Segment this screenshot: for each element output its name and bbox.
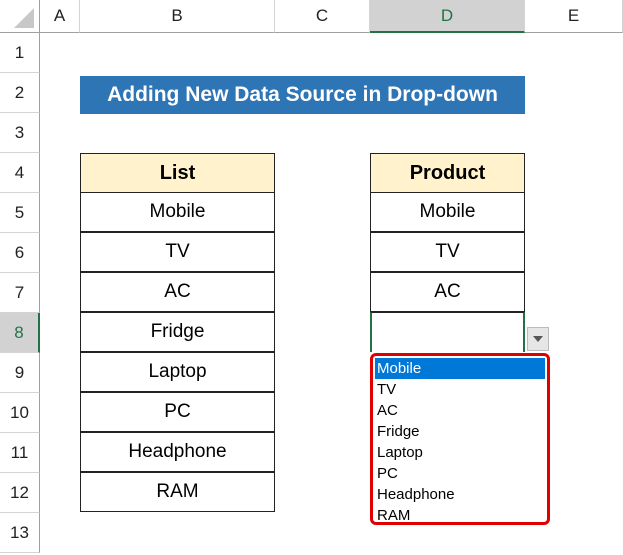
list-cell[interactable]: AC	[80, 272, 275, 312]
column-header-c[interactable]: C	[275, 0, 370, 33]
dropdown-option[interactable]: Mobile	[375, 358, 545, 379]
row-header-13[interactable]: 13	[0, 513, 40, 553]
list-header[interactable]: List	[80, 153, 275, 193]
row-header-1[interactable]: 1	[0, 33, 40, 73]
dropdown-option[interactable]: AC	[375, 400, 545, 421]
chevron-down-icon	[533, 336, 543, 342]
row-header-5[interactable]: 5	[0, 193, 40, 233]
list-cell[interactable]: Fridge	[80, 312, 275, 352]
dropdown-arrow-button[interactable]	[527, 327, 549, 351]
row-header-3[interactable]: 3	[0, 113, 40, 153]
column-header-b[interactable]: B	[80, 0, 275, 33]
sheet-title: Adding New Data Source in Drop-down	[80, 76, 525, 114]
column-header-a[interactable]: A	[40, 0, 80, 33]
product-cell[interactable]: TV	[370, 232, 525, 272]
product-cell[interactable]: Mobile	[370, 192, 525, 232]
product-cell[interactable]: AC	[370, 272, 525, 312]
list-cell[interactable]: Mobile	[80, 192, 275, 232]
list-cell[interactable]: Headphone	[80, 432, 275, 472]
row-header-4[interactable]: 4	[0, 153, 40, 193]
select-all-corner[interactable]	[0, 0, 40, 33]
dropdown-option[interactable]: TV	[375, 379, 545, 400]
dropdown-option[interactable]: Headphone	[375, 484, 545, 505]
dropdown-option[interactable]: Laptop	[375, 442, 545, 463]
list-cell[interactable]: Laptop	[80, 352, 275, 392]
row-header-11[interactable]: 11	[0, 433, 40, 473]
row-header-10[interactable]: 10	[0, 393, 40, 433]
list-cell[interactable]: TV	[80, 232, 275, 272]
list-cell[interactable]: PC	[80, 392, 275, 432]
dropdown-option[interactable]: PC	[375, 463, 545, 484]
row-header-8[interactable]: 8	[0, 313, 40, 353]
dropdown-option[interactable]: Fridge	[375, 421, 545, 442]
column-header-d[interactable]: D	[370, 0, 525, 33]
dropdown-option[interactable]: RAM	[375, 505, 545, 526]
active-cell-d8[interactable]	[370, 312, 525, 352]
row-header-9[interactable]: 9	[0, 353, 40, 393]
row-header-7[interactable]: 7	[0, 273, 40, 313]
list-cell[interactable]: RAM	[80, 472, 275, 512]
row-header-6[interactable]: 6	[0, 233, 40, 273]
row-header-12[interactable]: 12	[0, 473, 40, 513]
column-header-e[interactable]: E	[525, 0, 623, 33]
product-header[interactable]: Product	[370, 153, 525, 193]
row-header-2[interactable]: 2	[0, 73, 40, 113]
dropdown-list[interactable]: Mobile TV AC Fridge Laptop PC Headphone RAM	[370, 353, 550, 525]
